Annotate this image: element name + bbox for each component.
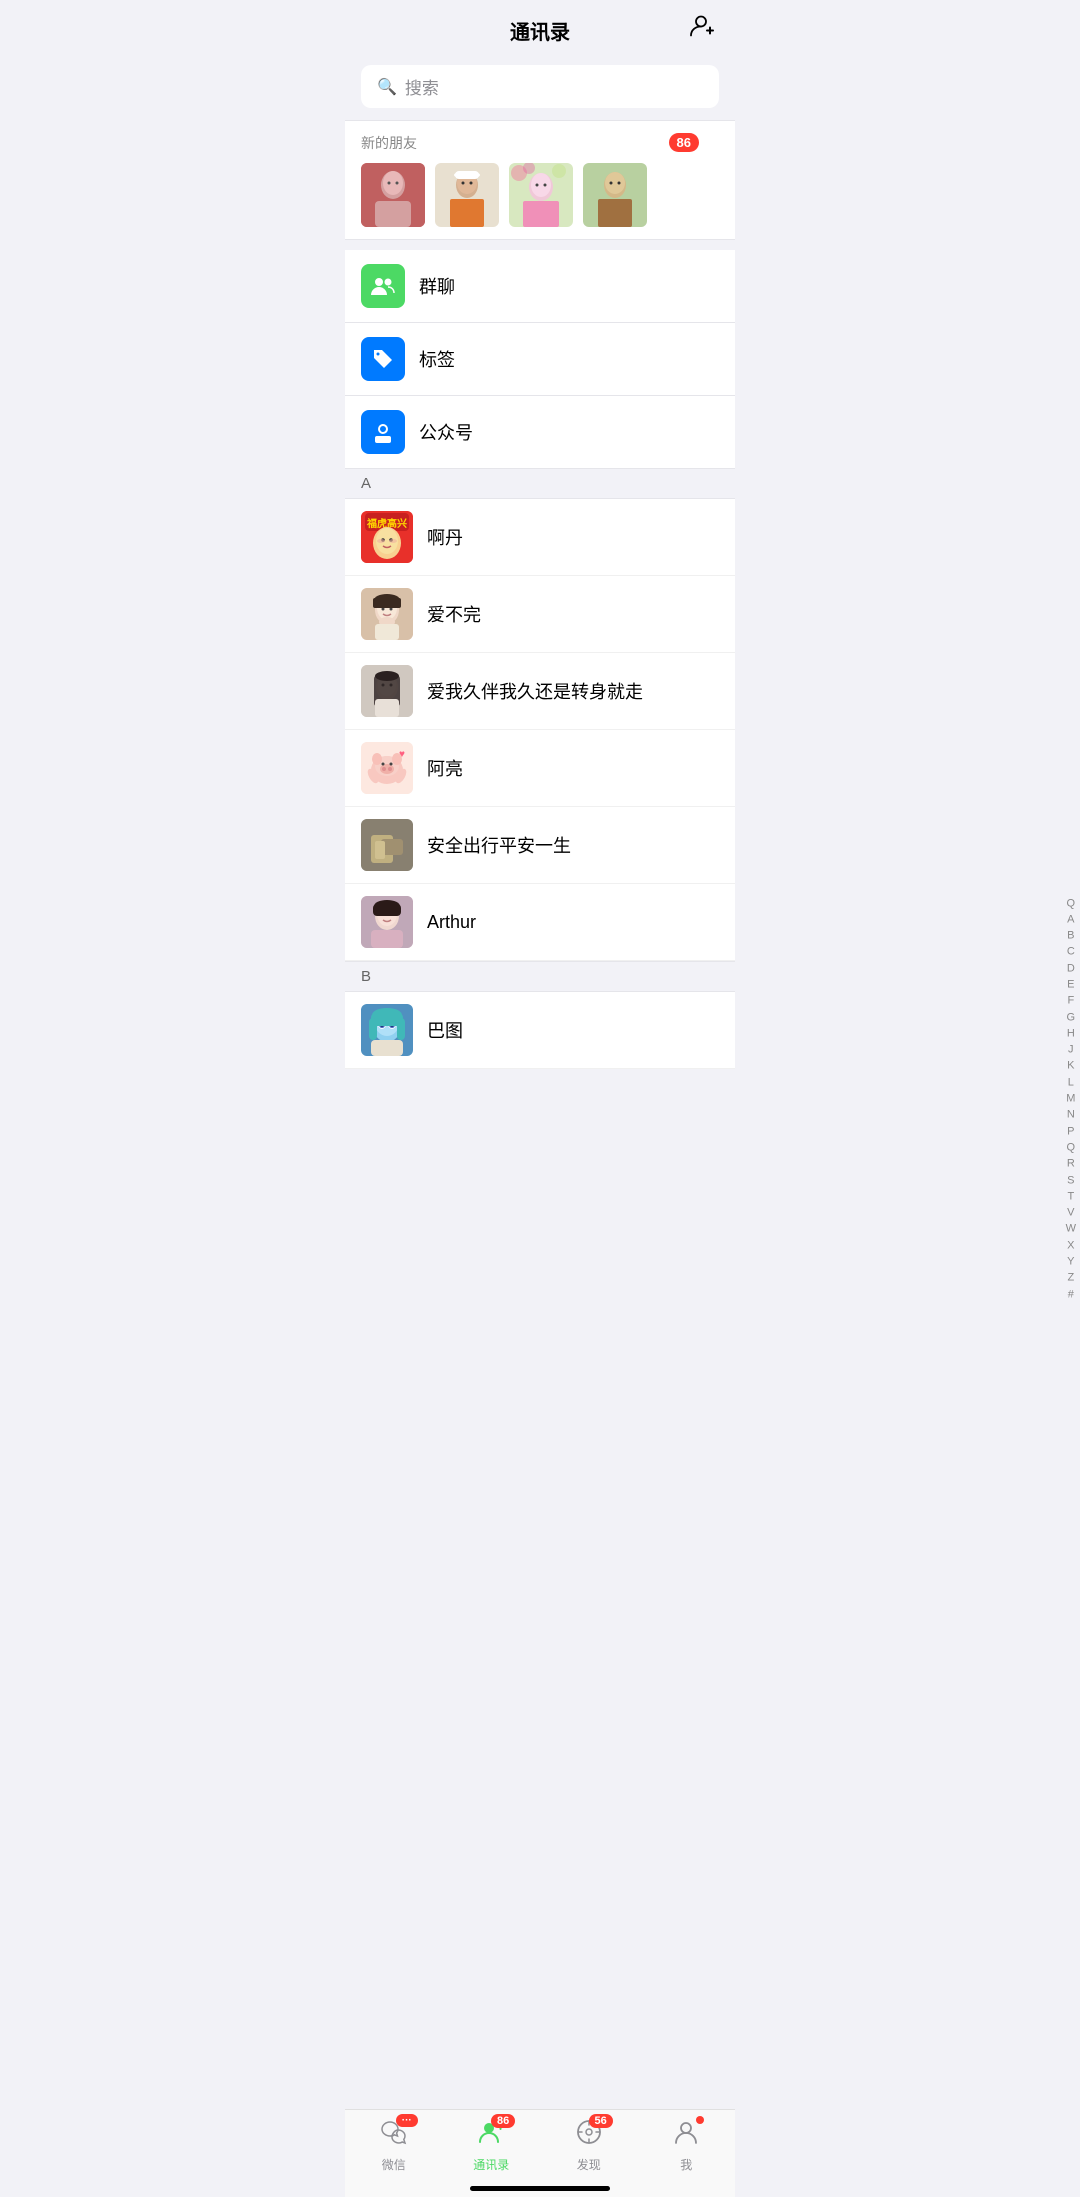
contact-name-a-liang: 阿亮 [427,755,463,781]
tab-wechat-icon: ··· [380,2118,408,2153]
alpha-n[interactable]: N [1067,1108,1075,1122]
new-friends-section[interactable]: 新的朋友 [345,120,735,240]
alpha-l[interactable]: L [1068,1075,1074,1089]
contact-avatar-ba-tu [361,1004,413,1056]
alpha-j[interactable]: J [1068,1042,1074,1056]
official-label: 公众号 [419,419,473,445]
header: 通讯录 [345,0,735,57]
alpha-t[interactable]: T [1067,1189,1074,1203]
new-friend-avatar-3[interactable] [509,163,573,227]
alpha-q[interactable]: Q [1067,896,1076,910]
tab-wechat[interactable]: ··· 微信 [364,2118,424,2173]
alpha-d[interactable]: D [1067,961,1075,975]
tab-contacts-label: 通讯录 [473,2156,509,2173]
discover-badge: 56 [589,2114,613,2128]
menu-item-group-chat[interactable]: 群聊 [345,250,735,323]
tab-me-icon [672,2118,700,2153]
contact-item-a-liang[interactable]: ♥ 阿亮 [345,730,735,807]
alpha-p[interactable]: P [1067,1124,1074,1138]
tab-discover-icon: 56 [575,2118,603,2153]
section-header-a: A [345,468,735,499]
contact-name-arthur: Arthur [427,912,476,933]
alphabet-index: Q A B C D E F G H J K L M N P Q R S T V … [1066,896,1076,1301]
tab-wechat-label: 微信 [382,2156,406,2173]
contact-name-ai-bu-wan: 爱不完 [427,601,481,627]
contact-item-ai-bu-wan[interactable]: 爱不完 [345,576,735,653]
alpha-x[interactable]: X [1067,1238,1074,1252]
contact-item-an-quan[interactable]: 安全出行平安一生 [345,807,735,884]
menu-list: 群聊 标签 公众号 [345,250,735,468]
page-title: 通讯录 [510,16,570,45]
contact-item-arthur[interactable]: Arthur [345,884,735,961]
contact-name-an-quan: 安全出行平安一生 [427,832,571,858]
group-chat-icon [361,264,405,308]
alpha-hash[interactable]: # [1068,1287,1074,1301]
tags-label: 标签 [419,346,455,372]
search-placeholder: 搜索 [405,74,439,99]
contact-avatar-arthur [361,896,413,948]
group-chat-label: 群聊 [419,273,455,299]
search-icon: 🔍 [377,77,397,97]
tags-icon [361,337,405,381]
alpha-f[interactable]: F [1067,994,1074,1008]
alpha-w[interactable]: W [1066,1222,1076,1236]
new-friends-badge: 86 [669,133,699,152]
friends-avatars [361,163,719,227]
alpha-e[interactable]: E [1067,977,1074,991]
new-friend-avatar-4[interactable] [583,163,647,227]
contact-avatar-a-liang: ♥ [361,742,413,794]
tab-discover[interactable]: 56 发现 [559,2118,619,2173]
tab-discover-label: 发现 [577,2156,601,2173]
alpha-c[interactable]: C [1067,945,1075,959]
contact-name-ba-tu: 巴图 [427,1017,463,1043]
alpha-b[interactable]: B [1067,928,1074,942]
home-indicator [470,2186,610,2191]
tab-me[interactable]: 我 [656,2118,716,2173]
contact-item-a-dan[interactable]: 福虎高兴 啊丹 [345,499,735,576]
alpha-k[interactable]: K [1067,1059,1074,1073]
svg-text:♥: ♥ [399,749,405,760]
alpha-z[interactable]: Z [1067,1271,1074,1285]
search-container: 🔍 搜索 [345,57,735,120]
section-header-b: B [345,961,735,992]
official-icon [361,410,405,454]
me-dot [696,2116,704,2124]
new-friend-avatar-2[interactable] [435,163,499,227]
contact-avatar-a-dan: 福虎高兴 [361,511,413,563]
add-contact-button[interactable] [687,11,715,46]
wechat-badge: ··· [396,2114,418,2127]
tab-contacts-icon: 86 [477,2118,505,2153]
new-friends-label: 新的朋友 [361,133,719,153]
alpha-g[interactable]: G [1067,1010,1076,1024]
search-bar[interactable]: 🔍 搜索 [361,65,719,108]
menu-item-official[interactable]: 公众号 [345,396,735,468]
tab-contacts[interactable]: 86 通讯录 [461,2118,521,2173]
contact-list-a: 福虎高兴 啊丹 [345,499,735,961]
alpha-v[interactable]: V [1067,1205,1074,1219]
new-friend-avatar-1[interactable] [361,163,425,227]
contact-avatar-an-quan [361,819,413,871]
contacts-badge: 86 [491,2114,515,2128]
alpha-y[interactable]: Y [1067,1254,1074,1268]
alpha-a[interactable]: A [1067,912,1074,926]
contact-name-ai-wo: 爱我久伴我久还是转身就走 [427,678,643,704]
contact-item-ai-wo[interactable]: 爱我久伴我久还是转身就走 [345,653,735,730]
contact-name-a-dan: 啊丹 [427,524,463,550]
alpha-h[interactable]: H [1067,1026,1075,1040]
contact-list-b: 巴图 [345,992,735,1069]
contact-avatar-ai-bu-wan [361,588,413,640]
tab-bar: ··· 微信 86 通讯录 56 [345,2109,735,2197]
alpha-q2[interactable]: Q [1067,1140,1076,1154]
alpha-r[interactable]: R [1067,1157,1075,1171]
alpha-s[interactable]: S [1067,1173,1074,1187]
alpha-m[interactable]: M [1066,1091,1075,1105]
menu-item-tags[interactable]: 标签 [345,323,735,396]
tab-me-label: 我 [680,2156,692,2173]
contact-avatar-ai-wo [361,665,413,717]
contact-item-ba-tu[interactable]: 巴图 [345,992,735,1069]
